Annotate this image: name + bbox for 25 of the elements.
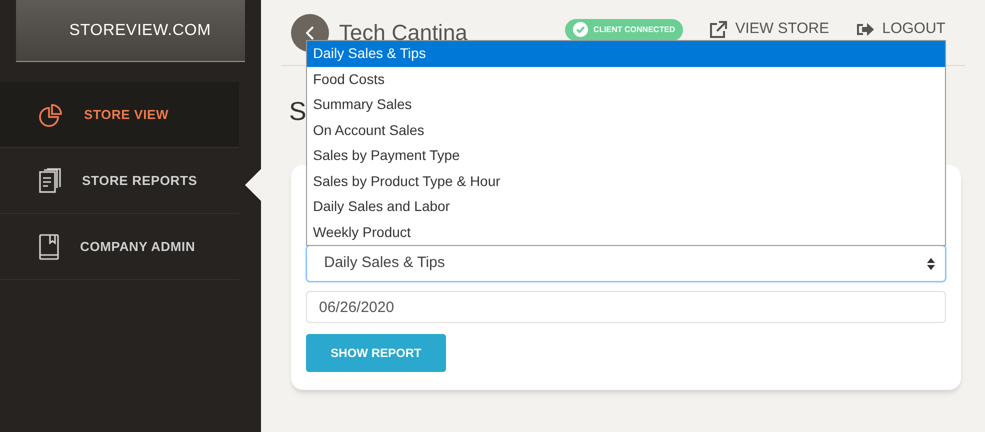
documents-icon [38,168,62,194]
status-badge: CLIENT CONNECTED [565,18,684,40]
brand-logo-text: STOREVIEW.COM [69,20,211,40]
dropdown-option[interactable]: Weekly Product [307,220,945,245]
sidebar-item[interactable]: STORE REPORTS [0,148,239,214]
pie-chart-icon [38,102,64,128]
dropdown-option[interactable]: Sales by Payment Type [307,143,945,168]
date-field[interactable]: 06/26/2020 [306,291,946,323]
dropdown-option[interactable]: Sales by Product Type & Hour [307,168,945,194]
header-link[interactable]: VIEW STORE [709,18,830,41]
dropdown-option[interactable]: Daily Sales & Tips [307,41,945,66]
sidebar-item[interactable]: STORE VIEW [0,82,239,148]
dropdown-option[interactable]: Summary Sales [307,92,945,118]
check-circle-icon [573,22,588,37]
dropdown-option[interactable]: Food Costs [307,66,945,92]
dropdown-option[interactable]: On Account Sales [307,118,945,143]
header-link[interactable]: LOGOUT [857,18,946,41]
book-icon [38,234,60,260]
sidebar-item[interactable]: COMPANY ADMIN [0,214,239,280]
report-select[interactable]: Daily Sales & Tips [306,245,946,282]
dropdown-option[interactable]: Daily Sales and Labor [307,194,945,220]
external-link-icon [709,20,728,38]
sort-caret-icon [927,258,935,270]
page-title: S [289,96,306,126]
logout-icon [857,22,874,37]
